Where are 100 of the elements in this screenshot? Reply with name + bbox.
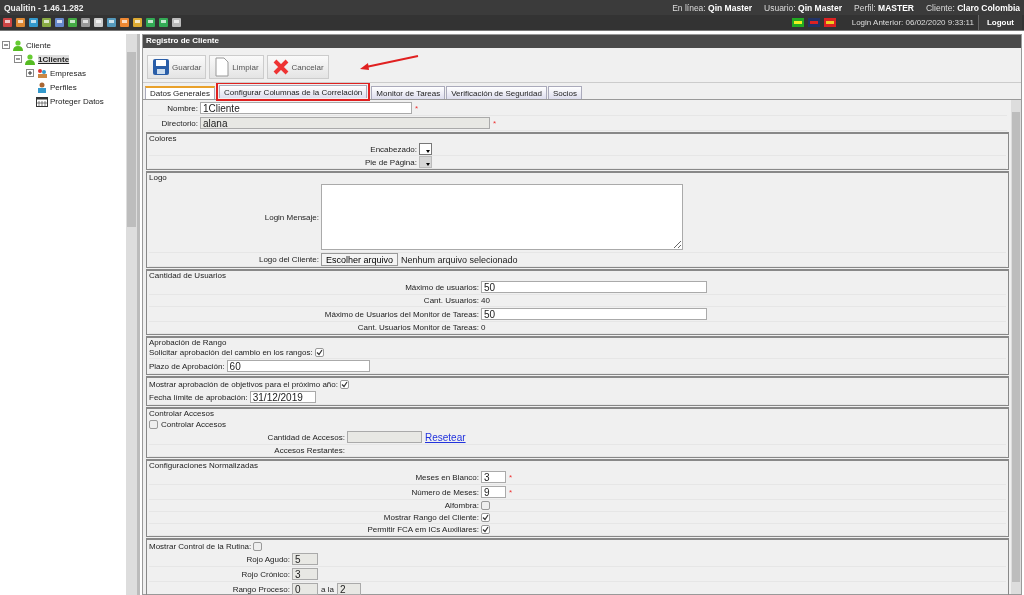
status-item: Usuario: Qin Master [764, 2, 842, 13]
caret-icon [426, 150, 430, 153]
toolbar-icon[interactable] [145, 17, 156, 28]
toolbar-icon[interactable] [80, 17, 91, 28]
tree-item[interactable]: Empresas [50, 68, 86, 78]
checkbox[interactable] [481, 501, 490, 510]
checkbox[interactable] [481, 513, 490, 522]
required-mark: * [509, 472, 513, 482]
people-icon [36, 67, 48, 79]
checkbox[interactable] [481, 525, 490, 534]
required-mark: * [493, 118, 497, 128]
flag-icon[interactable] [823, 18, 836, 27]
logout-button[interactable]: Logout [977, 15, 1022, 30]
toolbar-button[interactable]: Guardar [147, 55, 207, 79]
section-title: Logo [149, 173, 167, 182]
person-icon [24, 53, 36, 65]
toolbar-icon[interactable] [106, 17, 117, 28]
tab[interactable]: Socios [547, 86, 582, 99]
range-separator: a la [321, 584, 334, 594]
field-label: Cant. Usuarios Monitor de Tareas: [356, 323, 479, 332]
toolbar-icon[interactable] [54, 17, 65, 28]
input-field[interactable]: 9 [481, 486, 506, 498]
tree-item[interactable]: 1Cliente [38, 54, 70, 64]
toolbar-icon[interactable] [158, 17, 169, 28]
tab[interactable]: Configurar Columnas de la Correlación [219, 85, 368, 98]
caret-icon [426, 163, 430, 166]
expand-icon[interactable] [26, 69, 34, 77]
field-value: 0 [481, 323, 487, 332]
field-value: 40 [481, 296, 491, 305]
message-field[interactable] [321, 184, 683, 250]
section-title: Aprobación de Rango [149, 338, 227, 347]
input-field[interactable]: 50 [481, 308, 707, 320]
status-item: En línea: Qin Master [672, 2, 752, 13]
toolbar-icon[interactable] [41, 17, 52, 28]
checkbox[interactable] [149, 419, 158, 429]
input-field[interactable]: 1Cliente [200, 102, 412, 114]
app-title: Qualitin - 1.46.1.282 [4, 2, 84, 13]
required-mark: * [415, 103, 419, 113]
field-label: Rojo Crónico: [240, 569, 290, 579]
toolbar-icon[interactable] [67, 17, 78, 28]
status-item: Perfil: MASTER [854, 2, 914, 13]
field-label: Plazo de Aprobación: [149, 361, 225, 371]
section-title: Mostrar Control de la Rutina: [149, 541, 252, 551]
document-icon [214, 57, 231, 77]
toolbar-icon[interactable] [2, 17, 13, 28]
toolbar-icon[interactable] [15, 17, 26, 28]
tree-item[interactable]: Perfiles [50, 82, 77, 92]
field-label: Alfombra: [443, 501, 479, 510]
section-title: Configuraciones Normalizadas [149, 461, 258, 470]
person-icon [12, 39, 24, 51]
toolbar-button[interactable]: Cancelar [266, 55, 329, 79]
tree-item[interactable]: Proteger Datos [50, 96, 104, 106]
field-label: Login Mensaje: [263, 212, 319, 222]
section-title: Mostrar aprobación de objetivos para el próximo año: [149, 379, 338, 389]
field-label: Mostrar Rango del Cliente: [382, 513, 479, 522]
field-label: Máximo de Usuarios del Monitor de Tareas: [323, 309, 479, 319]
toolbar-icon[interactable] [132, 17, 143, 28]
toolbar-button[interactable]: Limpiar [209, 55, 264, 79]
close-icon [271, 58, 290, 76]
input-field[interactable]: 60 [226, 360, 370, 372]
calendar-icon [36, 95, 48, 107]
reset-link[interactable]: Resetear [425, 431, 466, 443]
checkbox[interactable] [314, 348, 324, 357]
toolbar-icon[interactable] [171, 17, 182, 28]
toolbar-icon[interactable] [93, 17, 104, 28]
checkbox[interactable] [253, 541, 263, 551]
field-label: Pie de Página: [363, 157, 417, 167]
toolbar-icon[interactable] [119, 17, 130, 28]
tab[interactable]: Datos Generales [145, 86, 216, 99]
field-label: Rojo Agudo: [245, 554, 290, 564]
field-label: Meses en Blanco: [414, 472, 479, 482]
collapse-icon[interactable] [14, 55, 22, 63]
section-title: Cantidad de Usuarios [149, 271, 226, 280]
collapse-icon[interactable] [2, 41, 10, 49]
choose-file-button[interactable]: Escolher arquivo [321, 253, 399, 266]
section-title: Controlar Accesos [149, 409, 214, 418]
tab[interactable]: Verificación de Seguridad [446, 86, 547, 99]
tree-item[interactable]: Cliente [26, 40, 51, 50]
toolbar-icon[interactable] [28, 17, 39, 28]
input-field[interactable]: 31/12/2019 [249, 391, 316, 403]
field-label: Fecha límite de aprobación: [149, 392, 248, 402]
tab[interactable]: Monitor de Tareas [371, 86, 446, 99]
flag-icon[interactable] [791, 18, 804, 27]
last-login-info: Login Anterior: 06/02/2020 9:33:11 [851, 18, 974, 27]
field-label: Rango Proceso: [231, 584, 290, 594]
field-label: Permitir FCA em ICs Auxiliares: [366, 525, 479, 534]
color-picker[interactable] [419, 143, 432, 155]
field-label: Cantidad de Accesos: [266, 432, 345, 442]
checkbox[interactable] [340, 379, 349, 389]
person-icon [36, 81, 48, 93]
field-label: Cant. Usuarios: [422, 296, 479, 305]
section-title: Colores [149, 134, 177, 143]
input-field[interactable]: 50 [481, 281, 707, 293]
field-label: Nombre: [166, 103, 198, 113]
file-status: Nenhum arquivo selecionado [401, 254, 518, 265]
required-mark: * [509, 487, 513, 497]
field-label: Accesos Restantes: [273, 446, 345, 455]
field-label: Logo del Cliente: [257, 255, 319, 264]
input-field[interactable]: 3 [481, 471, 506, 483]
field-label: Encabezado: [369, 144, 417, 154]
